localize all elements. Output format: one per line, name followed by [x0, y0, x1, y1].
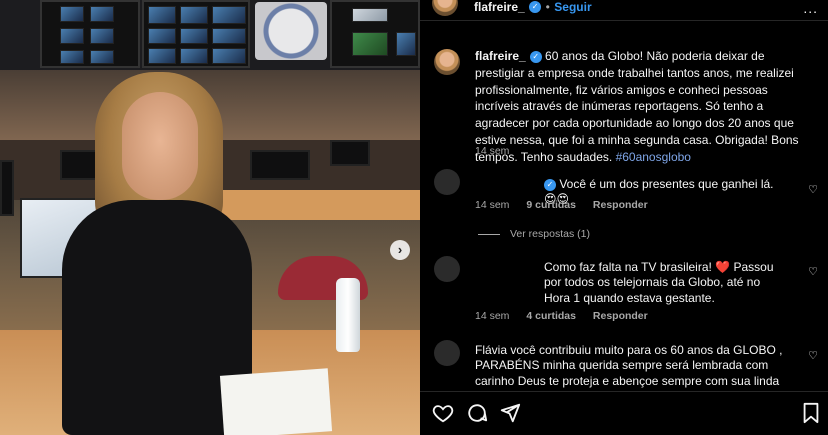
follow-button[interactable]: Seguir — [554, 0, 591, 14]
comment-3-text: Flávia você contribuiu muito para os 60 … — [475, 343, 783, 388]
post-caption: flafreire_ ✓ 60 anos da Globo! Não poderi… — [475, 48, 815, 166]
post-action-bar — [420, 391, 828, 435]
photo-monitor-wall-left — [40, 0, 140, 68]
comment-1-avatar[interactable] — [434, 169, 460, 195]
comment-1-time: 14 sem — [475, 199, 510, 211]
globo-logo — [255, 2, 327, 60]
caption-text: 60 anos da Globo! Não poderia deixar de … — [475, 49, 799, 164]
photo-bottle — [336, 278, 360, 352]
comment-3-avatar[interactable] — [434, 340, 460, 366]
header-divider — [420, 20, 828, 21]
verified-badge-icon: ✓ — [529, 0, 542, 13]
heart-icon[interactable] — [432, 402, 454, 424]
post-header: flafreire_ ✓ • Seguir ... — [420, 0, 828, 20]
caption-time: 14 sem — [475, 145, 510, 157]
caption-username[interactable]: flafreire_ — [475, 49, 526, 63]
photo-woman-face — [122, 92, 198, 200]
photo-paper — [219, 368, 333, 435]
comment-1-verified-badge-icon: ✓ — [544, 178, 556, 191]
author-username[interactable]: flafreire_ — [474, 0, 525, 14]
photo-monitor-wall-center — [142, 0, 250, 68]
carousel-next-button[interactable]: › — [390, 240, 410, 260]
photo-desk-back — [215, 190, 420, 220]
comment-2-avatar[interactable] — [434, 256, 460, 282]
share-icon[interactable] — [499, 402, 521, 424]
comment-1-like-heart-icon[interactable]: ♡ — [808, 183, 818, 196]
replies-line — [478, 233, 500, 235]
photo-monitor-wall-right — [330, 0, 420, 68]
caption-author-avatar[interactable] — [434, 49, 460, 75]
comment-2-time: 14 sem — [475, 310, 510, 322]
more-options-icon[interactable]: ... — [803, 0, 818, 16]
view-replies-label[interactable]: Ver respostas (1) — [510, 228, 590, 240]
comment-1-likes[interactable]: 9 curtidas — [526, 199, 576, 211]
comment-2-reply-button[interactable]: Responder — [593, 310, 648, 322]
caption-meta: 14 sem — [475, 145, 523, 157]
comment-1-meta: 14 sem 9 curtidas Responder — [475, 199, 662, 211]
comment-3-like-heart-icon[interactable]: ♡ — [808, 349, 818, 362]
post-photo[interactable]: › — [0, 0, 420, 435]
caption-hashtag-link[interactable]: #60anosglobo — [616, 150, 691, 164]
bookmark-icon[interactable] — [800, 402, 822, 424]
comment-2: Como faz falta na TV brasileira! ❤️ Pass… — [544, 260, 789, 306]
author-avatar[interactable] — [432, 0, 458, 16]
post-side-panel: flafreire_ ✓ • Seguir ... flafreire_ ✓ 60… — [420, 0, 828, 435]
comment-2-likes[interactable]: 4 curtidas — [526, 310, 576, 322]
comment-2-meta: 14 sem 4 curtidas Responder — [475, 310, 662, 322]
comment-2-text: Como faz falta na TV brasileira! ❤️ Pass… — [544, 260, 774, 305]
comment-3: Flávia você contribuiu muito para os 60 … — [475, 343, 795, 389]
comment-2-like-heart-icon[interactable]: ♡ — [808, 265, 818, 278]
comment-1-view-replies[interactable]: Ver respostas (1) — [478, 228, 590, 240]
comment-1-reply-button[interactable]: Responder — [593, 199, 648, 211]
header-separator: • — [545, 0, 550, 14]
caption-verified-badge-icon: ✓ — [529, 50, 542, 63]
comment-icon[interactable] — [466, 402, 488, 424]
